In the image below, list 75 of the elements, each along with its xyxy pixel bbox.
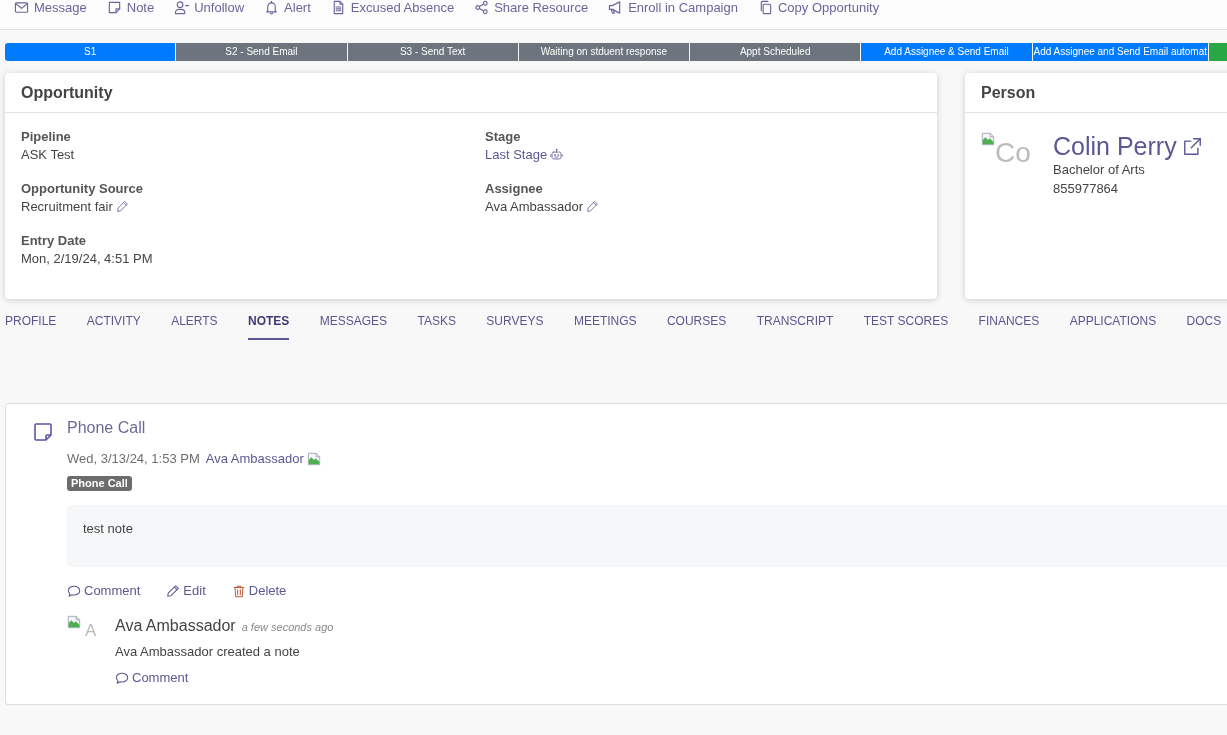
field-label: Entry Date [21,232,88,249]
pencil-icon[interactable] [115,200,129,213]
tab[interactable]: TASKS [417,305,456,340]
robot-icon [550,148,564,161]
tab[interactable]: NOTES [248,305,290,340]
activity-author: Ava Ambassador [115,616,236,636]
note-date: Wed, 3/13/24, 1:53 PM [67,451,200,467]
tab[interactable]: PROFILE [5,305,57,340]
sticky-note-icon [33,422,53,442]
stage-step[interactable]: Add Assignee & Send Email [861,43,1032,61]
toolbar-button[interactable]: Excused Absence [330,0,455,15]
stage-step[interactable]: S2 - Send Email [176,43,347,61]
stage-step[interactable]: S3 - Send Text [347,43,518,61]
share-icon [474,0,490,15]
stage-step[interactable]: Appt Scheduled [690,43,861,61]
tab[interactable]: TRANSCRIPT [756,305,834,340]
note-title: Phone Call [67,418,147,438]
toolbar-button[interactable]: Enroll in Campaign [608,0,738,15]
comment-link[interactable]: Comment [115,670,189,686]
pencil-icon [166,584,181,598]
program-text: Bachelor of Arts [1053,161,1146,179]
toolbar-button[interactable]: Message [14,0,87,15]
field-value: ASK Test [21,146,75,164]
bell-icon [264,0,280,15]
field-value: Mon, 2/19/24, 4:51 PM [21,250,153,268]
toolbar-button[interactable]: Copy Opportunity [757,0,880,15]
tab[interactable]: ALERTS [171,305,218,340]
action-link[interactable]: Delete [231,583,287,599]
field-label: Stage [485,128,522,145]
author-link[interactable]: Ava Ambassador [205,451,304,467]
field-label: Assignee [485,180,544,197]
stage-link[interactable]: Last Stage [485,145,548,164]
card-title: Person [981,83,1036,102]
field-label: Opportunity Source [21,180,145,197]
id-number-text: 855977864 [1053,180,1120,198]
field-value: Ava Ambassador [485,198,584,216]
envelope-icon [14,0,29,15]
action-link[interactable]: Comment [67,583,141,599]
tab[interactable]: MEETINGS [573,305,637,340]
trash-icon [231,584,246,598]
tab[interactable]: DOCS [1186,305,1222,340]
activity-time: a few seconds ago [241,620,334,635]
stage-step[interactable]: Waiting on stduent response [518,43,690,61]
tab[interactable]: ACTIVITY [86,305,141,340]
broken-image-icon [306,452,321,466]
toolbar-button[interactable]: Alert [264,0,311,15]
avatar-alt-text: Co [995,136,1031,170]
tab[interactable]: COURSES [666,305,727,340]
activity-text: Ava Ambassador created a note [115,644,301,660]
field-label: Pipeline [21,128,72,145]
toolbar-button[interactable]: Share Resource [474,0,589,15]
person-name-link[interactable]: Colin Perry [1053,132,1177,160]
sticky-note-icon [106,0,122,15]
speech-bubble-icon [67,584,81,598]
toolbar-button[interactable]: Note [106,0,155,15]
broken-image-icon [981,132,995,146]
pencil-icon[interactable] [586,200,600,213]
tab[interactable]: APPLICATIONS [1069,305,1157,340]
person-minus-icon [174,0,190,15]
speech-bubble-icon [115,671,129,685]
tab[interactable]: FINANCES [978,305,1040,340]
broken-image-icon [67,615,81,629]
tab[interactable]: SURVEYS [486,305,544,340]
tab[interactable]: MESSAGES [319,305,388,340]
avatar-alt-text: A [85,621,97,641]
note-type-badge: Phone Call [67,476,132,491]
note-body: test note [67,505,1227,567]
stage-step[interactable]: Add Assignee and Send Email automat [1032,43,1209,61]
external-link-icon[interactable] [1182,136,1202,156]
card-title: Opportunity [21,83,113,102]
stage-step[interactable]: S1 [5,43,176,61]
tab[interactable]: TEST SCORES [863,305,949,340]
toolbar-button[interactable]: Unfollow [174,0,245,15]
field-value: Recruitment fair [21,198,113,216]
action-link[interactable]: Edit [166,583,206,599]
